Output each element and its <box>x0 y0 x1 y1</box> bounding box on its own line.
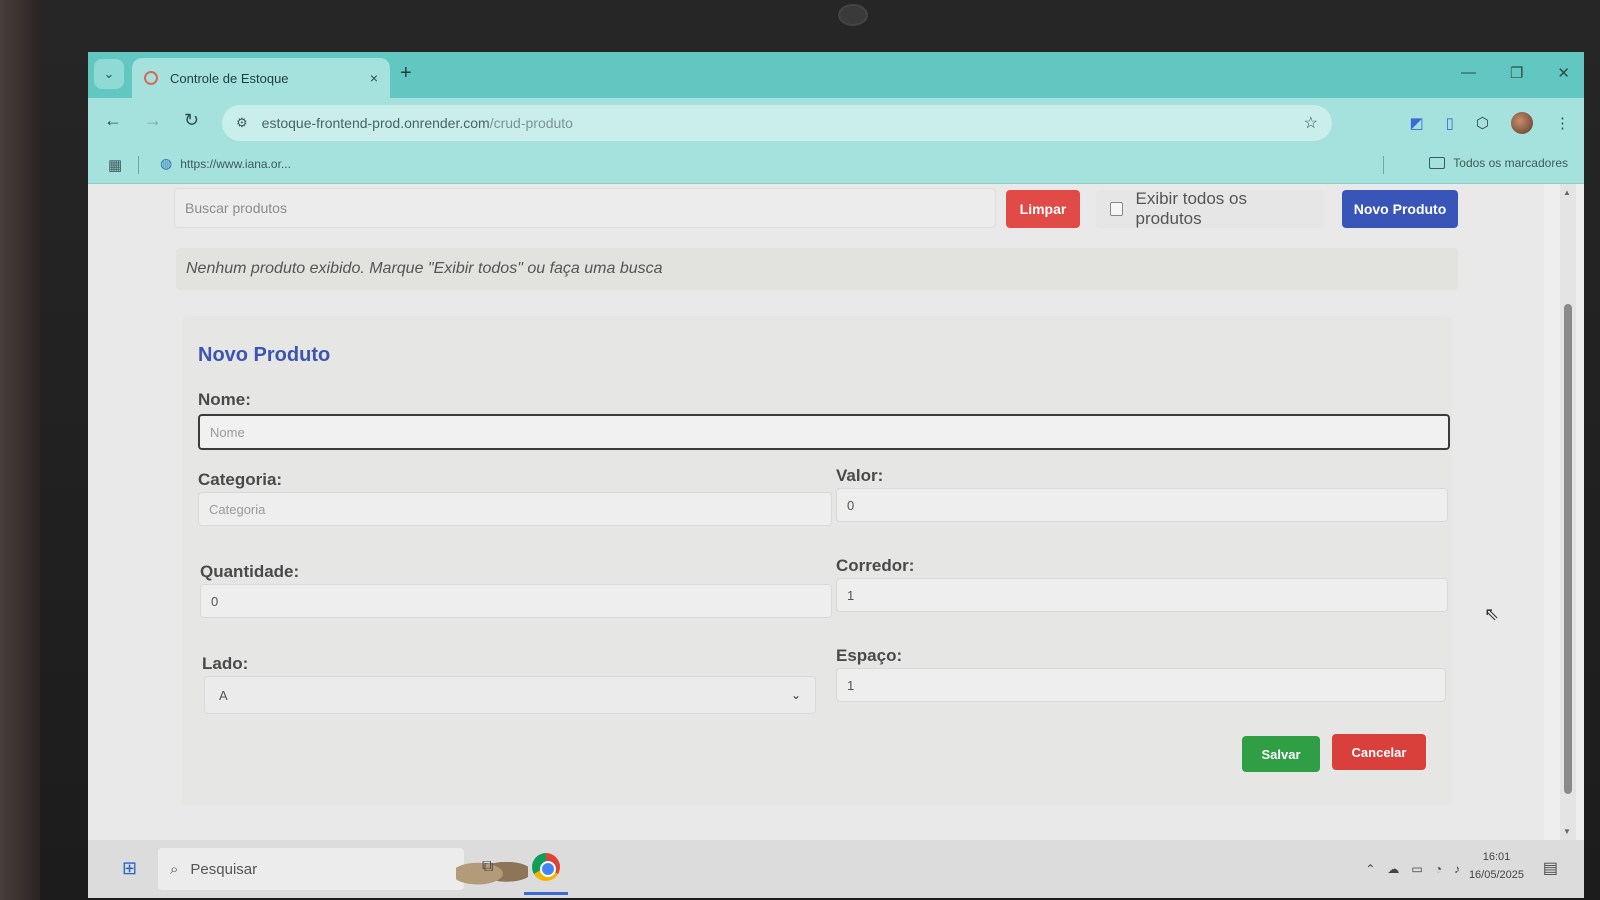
product-form: Novo Produto Nome: Categoria: Valor: Qua… <box>182 316 1452 806</box>
globe-icon: ◍ <box>160 155 173 171</box>
clock-date: 16/05/2025 <box>1468 869 1524 881</box>
url-text: estoque-frontend-prod.onrender.com/crud-… <box>261 115 573 131</box>
translate-icon[interactable]: ◩ <box>1409 114 1423 132</box>
tab-search-button[interactable]: ⌄ <box>94 59 124 89</box>
browser-toolbar: ← → ↻ ⚙ estoque-frontend-prod.onrender.c… <box>88 98 1584 146</box>
search-icon: ⌕ <box>170 860 179 878</box>
wifi-icon[interactable]: ◔ <box>1435 862 1442 876</box>
taskbar-search[interactable]: ⌕ Pesquisar <box>158 848 528 890</box>
save-button[interactable]: Salvar <box>1242 736 1320 772</box>
value-field[interactable] <box>836 488 1448 522</box>
show-all-checkbox[interactable] <box>1110 202 1124 216</box>
category-field[interactable] <box>198 492 832 526</box>
close-tab-icon[interactable]: × <box>370 70 378 86</box>
space-label: Espaço: <box>836 646 903 665</box>
value-label: Valor: <box>836 466 884 485</box>
corridor-field[interactable] <box>836 578 1448 612</box>
battery-icon[interactable]: ▭ <box>1411 862 1422 876</box>
address-bar[interactable]: ⚙ estoque-frontend-prod.onrender.com/cru… <box>222 105 1332 141</box>
site-info-icon[interactable]: ⚙ <box>236 115 248 131</box>
back-icon[interactable]: ← <box>104 110 122 131</box>
onedrive-icon[interactable]: ☁ <box>1387 862 1399 876</box>
all-bookmarks[interactable]: Todos os marcadores <box>1429 156 1568 170</box>
mouse-cursor-icon: ⇖ <box>1484 604 1500 624</box>
new-tab-icon[interactable]: + <box>400 62 412 85</box>
corridor-label: Corredor: <box>836 556 915 575</box>
bookmarks-bar: ▦ ◍ https://www.iana.or... Todos os marc… <box>88 146 1584 184</box>
name-label: Nome: <box>198 390 251 409</box>
search-row: Limpar Exibir todos os produtos Novo Pro… <box>174 188 1458 228</box>
window-controls: — ❐ ✕ <box>1461 64 1570 82</box>
tab-title: Controle de Estoque <box>170 70 289 86</box>
menu-dots-icon[interactable]: ⋮ <box>1555 114 1570 132</box>
page-scrollbar[interactable]: ▲ ▼ <box>1560 184 1576 840</box>
tab-strip: ⌄ Controle de Estoque × + — ❐ ✕ <box>88 52 1584 98</box>
taskbar-search-label: Pesquisar <box>190 860 258 878</box>
all-bookmarks-label: Todos os marcadores <box>1453 156 1568 170</box>
empty-state-message: Nenhum produto exibido. Marque "Exibir t… <box>176 248 1458 290</box>
quantity-label: Quantidade: <box>200 562 300 581</box>
avatar[interactable] <box>1511 112 1533 134</box>
background-left <box>0 0 40 900</box>
active-app-indicator <box>524 892 568 895</box>
scroll-down-icon[interactable]: ▼ <box>1563 827 1571 836</box>
cancel-button[interactable]: Cancelar <box>1332 734 1426 770</box>
reload-icon[interactable]: ↻ <box>184 110 199 131</box>
chevron-down-icon: ⌄ <box>790 688 801 702</box>
volume-icon[interactable]: ♪ <box>1454 862 1460 876</box>
side-select[interactable]: A ⌄ <box>204 676 816 714</box>
show-all-label: Exibir todos os produtos <box>1135 189 1247 228</box>
apps-grid-icon[interactable]: ▦ <box>108 156 122 174</box>
chrome-icon[interactable] <box>532 853 560 881</box>
chevron-up-icon[interactable]: ⌃ <box>1365 862 1375 876</box>
task-view-icon[interactable]: ⧉ <box>482 858 493 876</box>
name-field[interactable] <box>198 414 1450 450</box>
bookmark-star-icon[interactable]: ☆ <box>1304 113 1318 133</box>
system-tray: ⌃ ☁ ▭ ◔ ♪ <box>1365 862 1460 876</box>
clear-button[interactable]: Limpar <box>1006 190 1080 228</box>
loading-favicon-icon <box>144 71 158 85</box>
bookmark-iana[interactable]: ◍ https://www.iana.or... <box>160 155 291 172</box>
space-field[interactable] <box>836 668 1446 702</box>
bookmarks-divider <box>138 156 139 174</box>
windows-start-icon[interactable]: ⊞ <box>122 858 137 879</box>
forward-icon[interactable]: → <box>144 110 162 131</box>
show-all-toggle[interactable]: Exibir todos os produtos <box>1096 189 1324 228</box>
screen: ⌄ Controle de Estoque × + — ❐ ✕ ← → ↻ ⚙ … <box>88 52 1584 898</box>
form-title: Novo Produto <box>198 344 331 366</box>
minimize-icon[interactable]: — <box>1461 64 1476 82</box>
side-label: Lado: <box>202 654 249 673</box>
bookmarks-divider-right <box>1383 156 1384 174</box>
tab-active[interactable]: Controle de Estoque × <box>132 58 390 98</box>
toolbar-icons: ◩ ▯ ⬡ ⋮ <box>1409 112 1570 134</box>
side-selected-value: A <box>219 687 228 703</box>
clock[interactable]: 16:01 16/05/2025 <box>1469 848 1524 884</box>
category-label: Categoria: <box>198 470 283 489</box>
restore-icon[interactable]: ❐ <box>1510 64 1523 82</box>
scroll-thumb[interactable] <box>1564 304 1572 794</box>
close-window-icon[interactable]: ✕ <box>1557 64 1570 82</box>
extensions-icon[interactable]: ⬡ <box>1476 114 1489 132</box>
page-content: Limpar Exibir todos os produtos Novo Pro… <box>88 184 1544 840</box>
search-input[interactable] <box>174 188 996 228</box>
folder-icon <box>1429 157 1446 169</box>
clock-time: 16:01 <box>1482 851 1511 863</box>
notifications-icon[interactable]: ▤ <box>1543 858 1558 878</box>
scroll-up-icon[interactable]: ▲ <box>1563 188 1571 197</box>
new-product-button[interactable]: Novo Produto <box>1342 190 1458 228</box>
quantity-field[interactable] <box>200 584 832 618</box>
side-panel-icon[interactable]: ▯ <box>1446 114 1454 132</box>
taskbar: ⊞ ⌕ Pesquisar ⧉ ⌃ ☁ ▭ ◔ ♪ 16:01 16/05/20… <box>88 840 1584 898</box>
bookmark-label: https://www.iana.or... <box>180 156 291 171</box>
webcam <box>838 4 868 26</box>
